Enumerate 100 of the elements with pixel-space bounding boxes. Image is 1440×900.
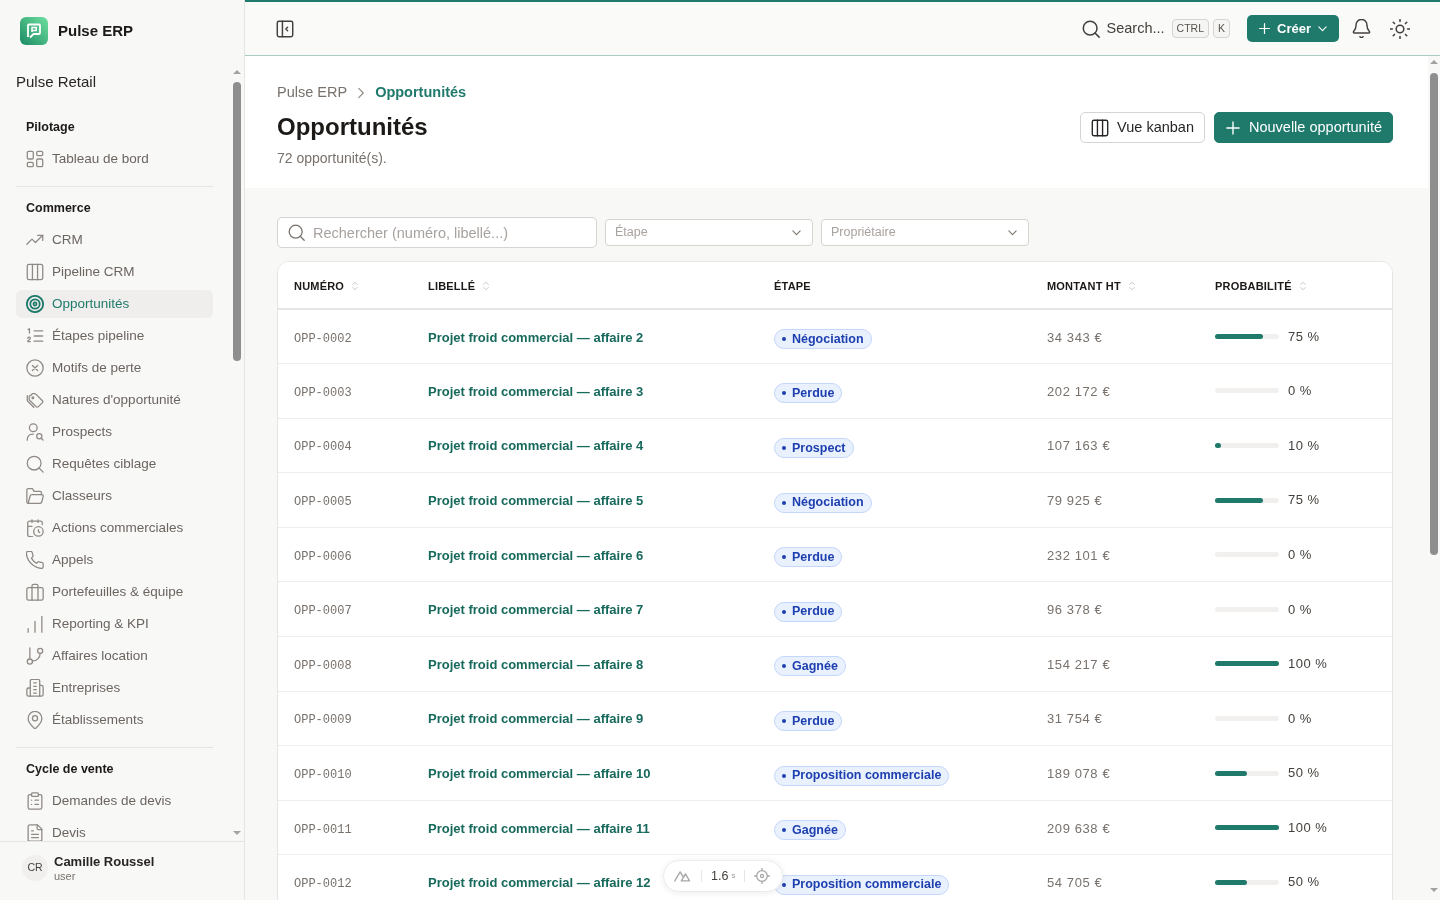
- theme-toggle-button[interactable]: [1390, 18, 1410, 39]
- user-avatar[interactable]: CR: [22, 855, 48, 881]
- stage-label: Négociation: [792, 494, 864, 512]
- sidebar-item[interactable]: Actions commerciales: [16, 514, 213, 542]
- column-header[interactable]: PROBABILITÉ: [1215, 280, 1292, 292]
- status-dot-icon: [782, 446, 786, 450]
- phone-icon: [26, 551, 44, 569]
- sidebar-item[interactable]: Prospects: [16, 418, 213, 446]
- opportunity-link[interactable]: Projet froid commercial — affaire 8: [428, 656, 644, 672]
- scrollbar-thumb[interactable]: [233, 82, 241, 361]
- sidebar-item[interactable]: CRM: [16, 226, 213, 254]
- amount-text: 189 078 €: [1047, 766, 1111, 782]
- branch-icon: [26, 647, 44, 665]
- column-header[interactable]: NUMÉRO: [294, 280, 345, 292]
- sidebar-item[interactable]: Requêtes ciblage: [16, 450, 213, 478]
- search-button[interactable]: Search...: [1081, 17, 1165, 40]
- sidebar-item[interactable]: Motifs de perte: [16, 354, 213, 382]
- scroll-up-icon[interactable]: [233, 70, 241, 74]
- create-button[interactable]: Créer: [1247, 15, 1339, 42]
- sidebar-item[interactable]: Natures d'opportunité: [16, 386, 213, 414]
- chevron-down-icon: [1007, 227, 1018, 238]
- kanban-view-button[interactable]: Vue kanban: [1080, 112, 1205, 143]
- sidebar-item[interactable]: Classeurs: [16, 482, 213, 510]
- chevron-down-icon: [1317, 23, 1328, 34]
- status-dot-icon: [782, 828, 786, 833]
- folder-icon: [26, 487, 44, 505]
- section-title: Commerce: [25, 200, 91, 217]
- breadcrumb-link[interactable]: Pulse ERP: [277, 82, 348, 104]
- sidebar-item[interactable]: Appels: [16, 546, 213, 574]
- section-title: Pilotage: [25, 119, 75, 136]
- sidebar-item[interactable]: Entreprises: [16, 674, 213, 702]
- opportunity-link[interactable]: Projet froid commercial — affaire 4: [428, 438, 644, 454]
- status-dot-icon: [782, 609, 786, 614]
- sort-icon[interactable]: [481, 281, 492, 291]
- load-time-value: 1.6: [711, 867, 729, 885]
- opportunity-number: OPP-0009: [294, 713, 352, 728]
- amount-text: 34 343 €: [1047, 329, 1103, 345]
- opportunity-link[interactable]: Projet froid commercial — affaire 3: [428, 383, 644, 399]
- opportunity-link[interactable]: Projet froid commercial — affaire 6: [428, 547, 644, 563]
- probability-text: 0 %: [1288, 709, 1312, 728]
- bell-icon: [1352, 19, 1371, 38]
- search-field[interactable]: Rechercher (numéro, libellé...): [277, 217, 597, 248]
- opportunity-number: OPP-0004: [294, 440, 352, 455]
- mountains-icon: [674, 868, 692, 884]
- amount-text: 232 101 €: [1047, 547, 1111, 563]
- sidebar-item[interactable]: Établissements: [16, 706, 213, 734]
- opportunity-link[interactable]: Projet froid commercial — affaire 7: [428, 602, 644, 618]
- stage-label: Perdue: [792, 603, 835, 621]
- sidebar-item[interactable]: Pipeline CRM: [16, 258, 213, 286]
- opportunity-link[interactable]: Projet froid commercial — affaire 2: [428, 329, 644, 345]
- probability-text: 10 %: [1288, 436, 1320, 455]
- x-circle-icon: [26, 359, 44, 377]
- probability-text: 75 %: [1288, 327, 1320, 346]
- scroll-down-icon[interactable]: [1430, 888, 1438, 892]
- new-opportunity-button[interactable]: Nouvelle opportunité: [1214, 112, 1393, 143]
- column-header[interactable]: MONTANT HT: [1047, 280, 1121, 292]
- page-subtitle: 72 opportunité(s).: [277, 149, 388, 168]
- opportunity-link[interactable]: Projet froid commercial — affaire 10: [428, 766, 651, 782]
- sidebar-item[interactable]: Opportunités: [16, 290, 213, 318]
- amount-text: 79 925 €: [1047, 493, 1103, 509]
- opportunity-link[interactable]: Projet froid commercial — affaire 12: [428, 875, 651, 891]
- opportunity-number: OPP-0012: [294, 877, 352, 892]
- user-search-icon: [26, 423, 44, 441]
- search-icon: [26, 455, 44, 473]
- sidebar-item[interactable]: Reporting & KPI: [16, 610, 213, 638]
- sidebar-item[interactable]: Affaires location: [16, 642, 213, 670]
- scrollbar-thumb[interactable]: [1430, 73, 1438, 555]
- column-header[interactable]: LIBELLÉ: [428, 280, 476, 292]
- status-dot-icon: [782, 555, 786, 560]
- opportunity-link[interactable]: Projet froid commercial — affaire 5: [428, 493, 644, 509]
- sidebar-item[interactable]: Portefeuilles & équipe: [16, 578, 213, 606]
- sort-icon[interactable]: [1126, 281, 1137, 291]
- probability-text: 0 %: [1288, 600, 1312, 619]
- scroll-down-icon[interactable]: [233, 831, 241, 835]
- opportunity-number: OPP-0007: [294, 604, 352, 619]
- sort-icon[interactable]: [1297, 281, 1308, 291]
- opportunity-link[interactable]: Projet froid commercial — affaire 11: [428, 820, 650, 836]
- sidebar-toggle-button[interactable]: [276, 19, 294, 38]
- grid-icon: [26, 150, 44, 168]
- crosshair-icon[interactable]: [754, 868, 771, 884]
- workspace-name[interactable]: Pulse Retail: [16, 62, 97, 102]
- sidebar-item[interactable]: Tableau de bord: [16, 145, 213, 173]
- sort-icon[interactable]: [350, 281, 361, 291]
- opportunity-link[interactable]: Projet froid commercial — affaire 9: [428, 711, 644, 727]
- column-header: ÉTAPE: [774, 280, 811, 292]
- sidebar-item[interactable]: Étapes pipeline: [16, 322, 213, 350]
- numbered-list-icon: [26, 327, 44, 345]
- chevron-down-icon: [791, 227, 802, 238]
- columns-icon: [26, 263, 44, 281]
- user-role: user: [54, 868, 77, 883]
- notifications-button[interactable]: [1352, 19, 1371, 38]
- shortcut-key: CTRL: [1171, 19, 1209, 38]
- amount-text: 107 163 €: [1047, 438, 1111, 454]
- stage-label: Négociation: [792, 330, 864, 348]
- sidebar-item[interactable]: Demandes de devis: [16, 787, 213, 815]
- tags-icon: [26, 391, 44, 409]
- scroll-up-icon[interactable]: [1430, 60, 1438, 64]
- stage-label: Perdue: [792, 712, 835, 730]
- breadcrumb-current: Opportunités: [375, 83, 467, 103]
- sidebar-item[interactable]: Devis: [16, 819, 213, 841]
